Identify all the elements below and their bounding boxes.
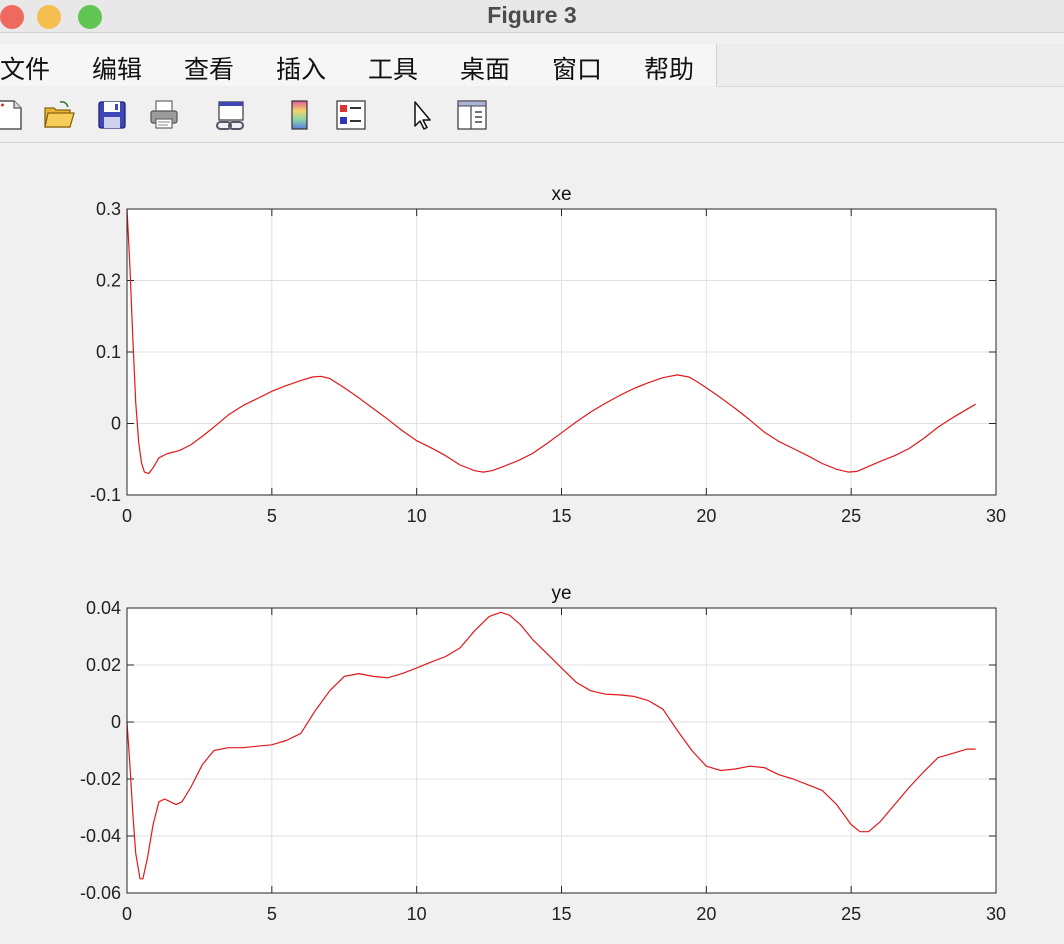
x-tick-label: 25 <box>841 904 861 924</box>
property-inspector-icon[interactable] <box>455 98 489 132</box>
x-tick-label: 15 <box>551 904 571 924</box>
x-tick-label: 30 <box>986 904 1006 924</box>
x-tick-label: 25 <box>841 506 861 526</box>
y-tick-label: -0.04 <box>80 826 121 846</box>
save-icon[interactable] <box>95 98 129 132</box>
menu-edit[interactable]: 编辑 <box>92 50 142 86</box>
menu-window[interactable]: 窗口 <box>552 50 602 86</box>
y-tick-label: 0.1 <box>96 342 121 362</box>
axes-1: 0 5 10 15 20 25 30 -0.06 -0.04 -0.02 0 0.02 0.04 ye <box>80 583 1006 924</box>
axes-title: xe <box>551 184 571 205</box>
y-tick-label: 0 <box>111 712 121 732</box>
x-tick-label: 10 <box>407 506 427 526</box>
link-plot-icon[interactable] <box>214 98 248 132</box>
x-tick-label: 20 <box>696 506 716 526</box>
y-tick-label: -0.06 <box>80 883 121 903</box>
menu-bar-filler <box>717 44 1064 87</box>
colorbar-icon[interactable] <box>283 98 317 132</box>
x-tick-label: 20 <box>696 904 716 924</box>
toolbar <box>0 90 1064 143</box>
menu-file[interactable]: 文件 <box>0 50 50 86</box>
menu-desktop[interactable]: 桌面 <box>460 50 510 86</box>
legend-icon[interactable] <box>334 98 368 132</box>
y-tick-label: -0.1 <box>90 485 121 505</box>
x-tick-label: 15 <box>551 506 571 526</box>
new-figure-icon[interactable] <box>0 98 26 132</box>
x-tick-label: 0 <box>122 506 132 526</box>
x-tick-label: 30 <box>986 506 1006 526</box>
title-bar: Figure 3 <box>0 0 1064 33</box>
window-title: Figure 3 <box>487 2 577 28</box>
print-icon[interactable] <box>147 98 181 132</box>
y-tick-label: -0.02 <box>80 769 121 789</box>
menu-tools[interactable]: 工具 <box>368 50 418 86</box>
axes-0: 0 5 10 15 20 25 30-0.100.10.20.3xe <box>90 184 1006 526</box>
y-tick-label: 0.04 <box>86 598 121 618</box>
x-tick-label: 5 <box>267 904 277 924</box>
x-tick-label: 0 <box>122 904 132 924</box>
open-file-icon[interactable] <box>42 98 76 132</box>
axes-title: ye <box>551 583 571 604</box>
menu-help[interactable]: 帮助 <box>644 50 694 86</box>
menu-insert[interactable]: 插入 <box>276 50 326 86</box>
pointer-icon[interactable] <box>404 98 438 132</box>
y-tick-label: 0 <box>111 414 121 434</box>
y-tick-label: 0.2 <box>96 271 121 291</box>
y-tick-label: 0.02 <box>86 655 121 675</box>
figure-plots: 0 5 10 15 20 25 30-0.100.10.20.3xe0 5 10 15 20 25 30… <box>80 184 1006 924</box>
menu-view[interactable]: 查看 <box>184 50 234 86</box>
x-tick-label: 5 <box>267 506 277 526</box>
y-tick-label: 0.3 <box>96 199 121 219</box>
menu-bar: 文件 编辑 查看 插入 工具 桌面 窗口 帮助 <box>0 44 717 86</box>
figure-canvas: 0 5 10 15 20 25 30 -0.1 0 0.1 0.2 0.3 xe 0 5 10 15 20 25 30… <box>0 143 1064 944</box>
x-tick-label: 10 <box>407 904 427 924</box>
